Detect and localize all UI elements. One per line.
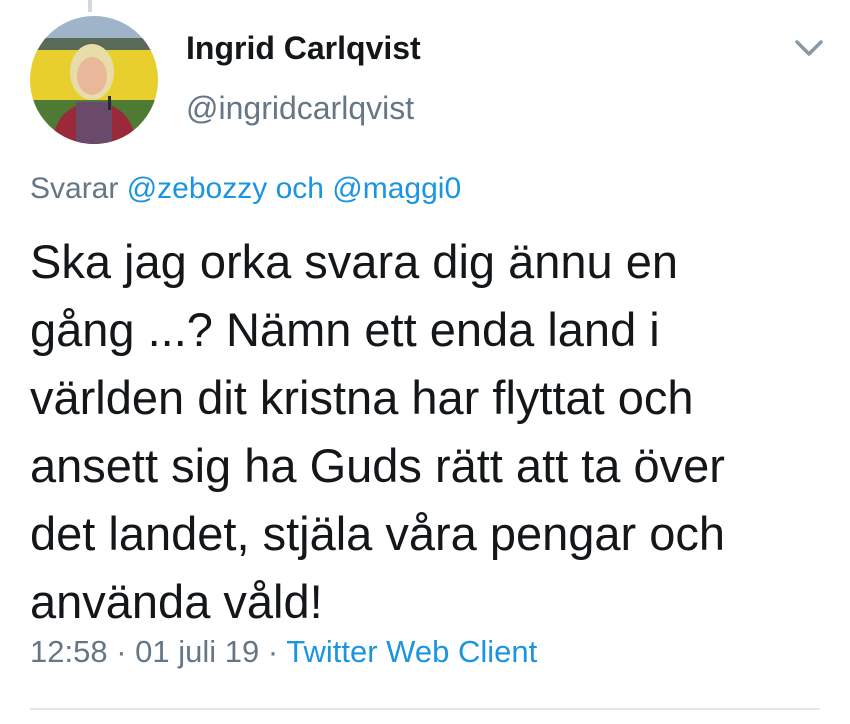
mention-link-maggi0[interactable]: @maggi0: [332, 172, 461, 205]
display-name[interactable]: Ingrid Carlqvist: [186, 30, 421, 67]
meta-separator: ·: [267, 634, 279, 669]
tweet-text-line: gång ...? Nämn ett enda land i: [30, 303, 660, 356]
tweet-time[interactable]: 12:58: [30, 634, 108, 669]
tweet-text-line: det landet, stjäla våra pengar och: [30, 507, 726, 560]
meta-separator: ·: [116, 634, 127, 669]
user-handle[interactable]: @ingridcarlqvist: [186, 90, 414, 127]
reply-prefix: Svarar: [30, 172, 119, 205]
reply-joiner: och: [275, 172, 324, 205]
avatar-photo: [30, 16, 158, 144]
mention-link-zebozzy[interactable]: @zebozzy: [127, 172, 268, 205]
divider: [30, 708, 820, 710]
tweet-text-line: ansett sig ha Guds rätt att ta över: [30, 439, 725, 492]
tweet-text-line: världen dit kristna har flyttat och: [30, 371, 694, 424]
tweet-text-line: använda våld!: [30, 575, 323, 628]
tweet-text: Ska jag orka svara dig ännu en gång ...?…: [30, 228, 830, 636]
reply-context: Svarar @zebozzy och @maggi0: [30, 172, 461, 206]
tweet-date[interactable]: 01 juli 19: [135, 634, 259, 669]
tweet-text-line: Ska jag orka svara dig ännu en: [30, 235, 678, 288]
thread-connector-line: [88, 0, 92, 12]
source-link[interactable]: Twitter Web Client: [286, 634, 537, 669]
avatar[interactable]: [30, 16, 158, 144]
tweet-meta: 12:58 · 01 juli 19 · Twitter Web Client: [30, 634, 537, 670]
chevron-down-icon[interactable]: [792, 34, 826, 62]
